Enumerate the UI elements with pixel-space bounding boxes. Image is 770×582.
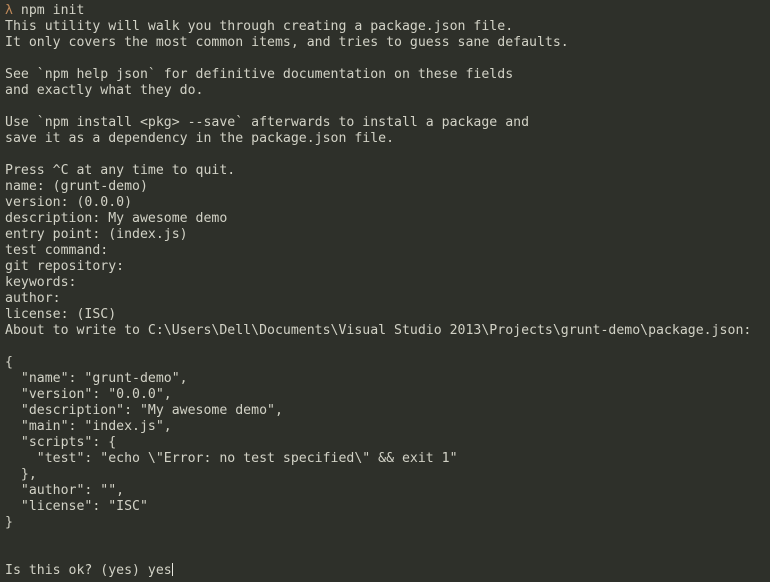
- terminal-line-json-version: "version": "0.0.0",: [5, 387, 172, 402]
- terminal-line-blank-3: [5, 147, 770, 163]
- terminal-line-json-close: }: [5, 515, 13, 530]
- terminal-line-install-1: Use `npm install <pkg> --save` afterward…: [5, 115, 530, 130]
- terminal-line-json-scripts: "scripts": {: [5, 435, 117, 450]
- prompt-symbol-icon: λ: [5, 3, 13, 18]
- terminal-line-prompt-license: license: (ISC): [5, 307, 117, 322]
- confirm-prompt-text: Is this ok? (yes) yes: [5, 563, 172, 578]
- command-text: npm init: [12, 3, 85, 18]
- terminal-line-json-open: {: [5, 355, 13, 370]
- text-cursor: [171, 563, 173, 576]
- terminal-line-json-scripts-c: },: [5, 467, 37, 482]
- terminal-line-prompt-version: version: (0.0.0): [5, 195, 133, 210]
- confirm-prompt-line[interactable]: Is this ok? (yes) yes: [5, 563, 770, 579]
- terminal-output: This utility will walk you through creat…: [5, 19, 770, 563]
- terminal-line-help-2: and exactly what they do.: [5, 83, 204, 98]
- terminal-line-intro-2: It only covers the most common items, an…: [5, 35, 569, 50]
- terminal-line-blank-1: [5, 51, 770, 67]
- terminal-line-prompt-git: git repository:: [5, 259, 125, 274]
- terminal-line-json-name: "name": "grunt-demo",: [5, 371, 188, 386]
- terminal-line-blank-6: [5, 547, 770, 563]
- command-line: λ npm init: [5, 3, 770, 19]
- terminal-line-json-author: "author": "",: [5, 483, 125, 498]
- terminal-line-json-test: "test": "echo \"Error: no test specified…: [5, 451, 458, 466]
- terminal-line-prompt-entry: entry point: (index.js): [5, 227, 188, 242]
- terminal-line-json-main: "main": "index.js",: [5, 419, 172, 434]
- terminal-line-about-write: About to write to C:\Users\Dell\Document…: [5, 323, 752, 338]
- terminal-line-prompt-kw: keywords:: [5, 275, 77, 290]
- terminal-line-prompt-author: author:: [5, 291, 61, 306]
- terminal-line-prompt-test: test command:: [5, 243, 109, 258]
- terminal-line-quit-hint: Press ^C at any time to quit.: [5, 163, 236, 178]
- terminal-line-install-2: save it as a dependency in the package.j…: [5, 131, 395, 146]
- terminal-window[interactable]: λ npm init This utility will walk you th…: [0, 0, 770, 582]
- terminal-line-blank-2: [5, 99, 770, 115]
- terminal-line-prompt-name: name: (grunt-demo): [5, 179, 148, 194]
- terminal-line-blank-4: [5, 339, 770, 355]
- terminal-line-json-desc: "description": "My awesome demo",: [5, 403, 283, 418]
- terminal-line-prompt-desc: description: My awesome demo: [5, 211, 228, 226]
- terminal-line-blank-5: [5, 531, 770, 547]
- terminal-line-intro-1: This utility will walk you through creat…: [5, 19, 514, 34]
- terminal-line-help-1: See `npm help json` for definitive docum…: [5, 67, 514, 82]
- terminal-line-json-license: "license": "ISC": [5, 499, 148, 514]
